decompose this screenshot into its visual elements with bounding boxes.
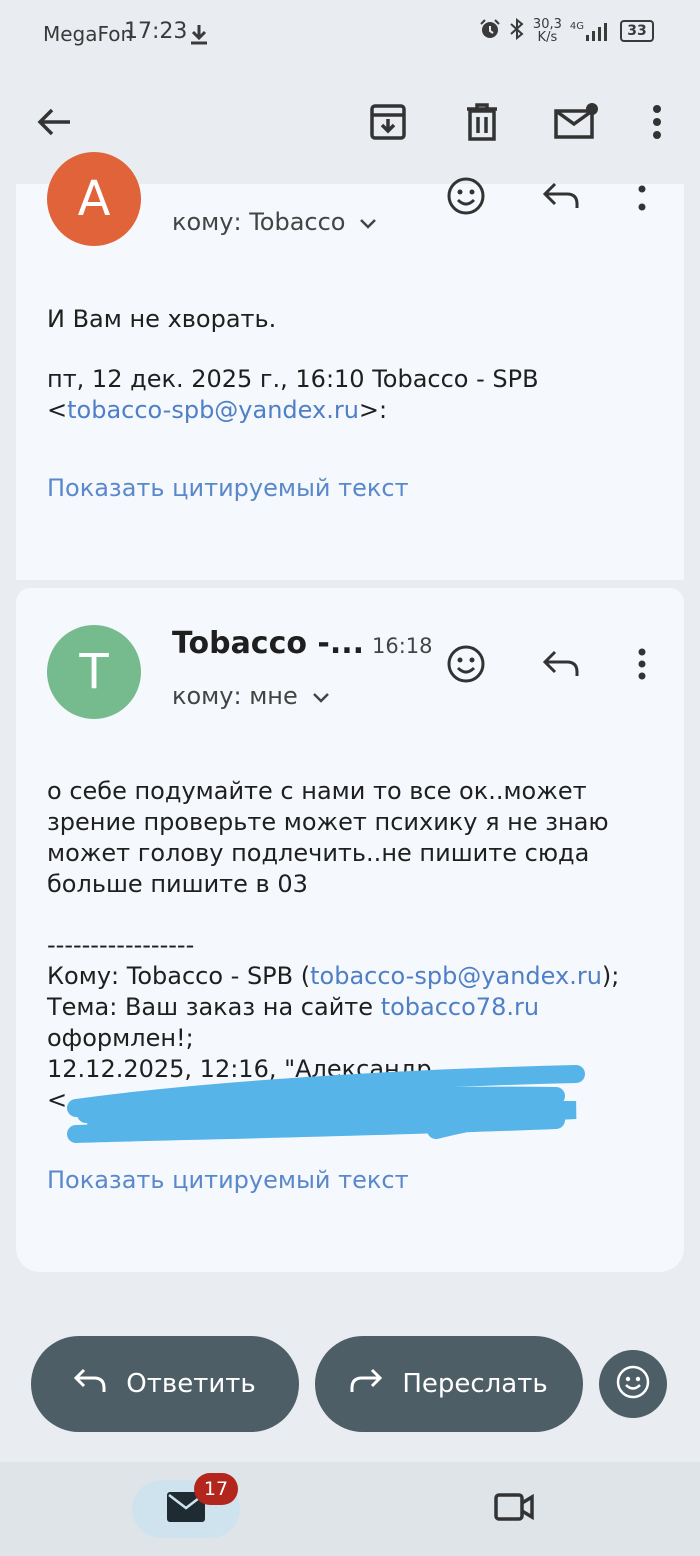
more-vert-icon[interactable] [630, 644, 654, 684]
avatar: А [47, 152, 141, 246]
alarm-icon [479, 18, 501, 44]
message-card: T Tobacco -... 16:18 кому: мне о себе по… [16, 588, 684, 1272]
email-link[interactable]: tobacco-spb@yandex.ru [310, 962, 602, 990]
battery-icon: 33 [620, 20, 654, 42]
bottom-navigation [0, 1462, 700, 1556]
trash-icon[interactable] [458, 98, 506, 146]
signal-icon: 4G [570, 21, 612, 41]
nav-meet-tab[interactable] [490, 1486, 538, 1532]
quote-email-line: <tobacco-spb@yandex.ru>: [47, 396, 388, 424]
forward-icon [350, 1368, 383, 1401]
show-quoted-text-link[interactable]: Показать цитируемый текст [47, 1166, 409, 1194]
emoji-reaction-button[interactable] [599, 1350, 667, 1418]
status-time: 17:23 [124, 19, 188, 44]
recipients-toggle[interactable]: кому: мне [172, 682, 330, 710]
network-speed: 30,3 K/s [532, 17, 562, 45]
sender-name: Tobacco -... [172, 626, 365, 661]
more-vert-icon[interactable] [640, 98, 674, 146]
status-bar: MegaFon 17:23 30,3 K/s 4G 33 [0, 0, 700, 68]
emoji-icon[interactable] [444, 174, 488, 218]
show-quoted-text-link[interactable]: Показать цитируемый текст [47, 474, 409, 502]
more-vert-icon[interactable] [630, 180, 654, 216]
bluetooth-icon [509, 17, 525, 44]
reply-icon [74, 1368, 106, 1401]
back-arrow-icon[interactable] [30, 98, 78, 146]
emoji-icon[interactable] [444, 642, 488, 686]
unread-count-badge: 17 [194, 1473, 238, 1505]
archive-icon[interactable] [364, 98, 412, 146]
message-time: 16:18 [372, 634, 433, 658]
site-link[interactable]: tobacco78.ru [381, 993, 539, 1021]
chevron-down-icon [359, 208, 377, 236]
chevron-down-icon [312, 682, 330, 710]
redaction-scribble [67, 1065, 585, 1143]
avatar: T [47, 625, 141, 719]
subject-line: Тема: Ваш заказ на сайте tobacco78.ru [47, 993, 540, 1021]
message-body: И Вам не хворать. пт, 12 дек. 2025 г., 1… [47, 305, 539, 424]
video-icon [493, 1491, 535, 1527]
reply-icon[interactable] [540, 174, 584, 218]
reply-button[interactable]: Ответить [31, 1336, 299, 1432]
forward-button[interactable]: Переслать [315, 1336, 583, 1432]
reply-icon[interactable] [540, 642, 584, 686]
download-icon [188, 22, 210, 51]
emoji-icon [615, 1364, 651, 1404]
status-icons: 30,3 K/s 4G 33 [479, 17, 654, 45]
separator-line: ----------------- [47, 931, 195, 959]
message-card: А кому: Tobacco И Вам не хворать. пт, 12… [16, 152, 684, 580]
to-line-text: Кому: Tobacco - SPB (tobacco-spb@yandex.… [47, 962, 620, 990]
carrier-name: MegaFon [43, 22, 134, 46]
email-link[interactable]: tobacco-spb@yandex.ru [67, 396, 359, 424]
recipients-toggle[interactable]: кому: Tobacco [172, 208, 377, 236]
mark-unread-icon[interactable] [550, 98, 602, 146]
